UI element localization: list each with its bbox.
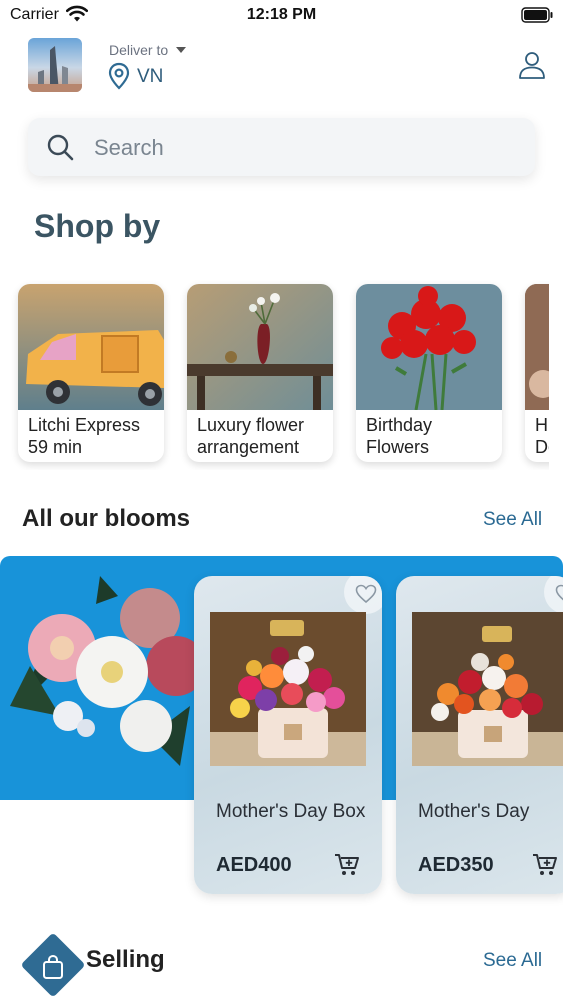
all-blooms-title: All our blooms (22, 505, 190, 532)
category-image (356, 284, 502, 410)
product-price: AED350 (418, 854, 494, 876)
category-carousel[interactable]: Litchi Express 59 min Luxury flower arra… (0, 280, 549, 470)
category-card-luxury-arrangement[interactable]: Luxury flower arrangement (187, 284, 333, 462)
see-all-best-selling-link[interactable]: See All (483, 950, 542, 972)
location-thumbnail[interactable] (28, 38, 82, 92)
category-image (525, 284, 549, 410)
best-selling-title: Selling (86, 946, 165, 973)
product-name: Mother's Day (418, 801, 530, 822)
search-icon (47, 134, 74, 161)
shop-by-title: Shop by (34, 208, 161, 244)
category-label: Birthday Flowers (366, 415, 433, 457)
product-price: AED400 (216, 854, 292, 876)
see-all-blooms-link[interactable]: See All (483, 509, 542, 531)
product-image (210, 612, 366, 766)
product-card[interactable]: Mother's Day Box AED400 (194, 576, 382, 894)
add-to-cart-icon[interactable] (532, 852, 558, 878)
product-card[interactable]: Mother's Day AED350 (396, 576, 563, 894)
category-card-litchi-express[interactable]: Litchi Express 59 min (18, 284, 164, 462)
product-image (412, 612, 563, 766)
add-to-cart-icon[interactable] (334, 852, 360, 878)
chevron-down-icon[interactable] (176, 47, 186, 53)
category-card-partial[interactable]: H De (525, 284, 549, 462)
search-input[interactable]: Search (28, 118, 535, 176)
category-label: Luxury flower arrangement (197, 415, 305, 457)
category-card-birthday-flowers[interactable]: Birthday Flowers (356, 284, 502, 462)
deliver-to-label[interactable]: Deliver to (109, 42, 168, 58)
shopping-bag-icon[interactable] (39, 953, 67, 981)
category-label: Litchi Express 59 min (28, 415, 141, 457)
favorite-button[interactable] (544, 576, 563, 614)
product-name: Mother's Day Box (216, 801, 366, 822)
delivery-location[interactable]: VN (137, 66, 163, 88)
category-image (18, 284, 164, 410)
heart-icon (355, 584, 377, 604)
search-placeholder: Search (94, 135, 164, 160)
status-time: 12:18 PM (246, 6, 317, 23)
status-bar: Carrier 12:18 PM (0, 0, 563, 30)
heart-icon (555, 584, 563, 601)
profile-icon[interactable] (517, 50, 547, 80)
favorite-button[interactable] (344, 576, 382, 614)
location-pin-icon (108, 62, 130, 90)
category-image (187, 284, 333, 410)
battery-icon (521, 7, 553, 23)
category-label: H De (535, 415, 549, 457)
